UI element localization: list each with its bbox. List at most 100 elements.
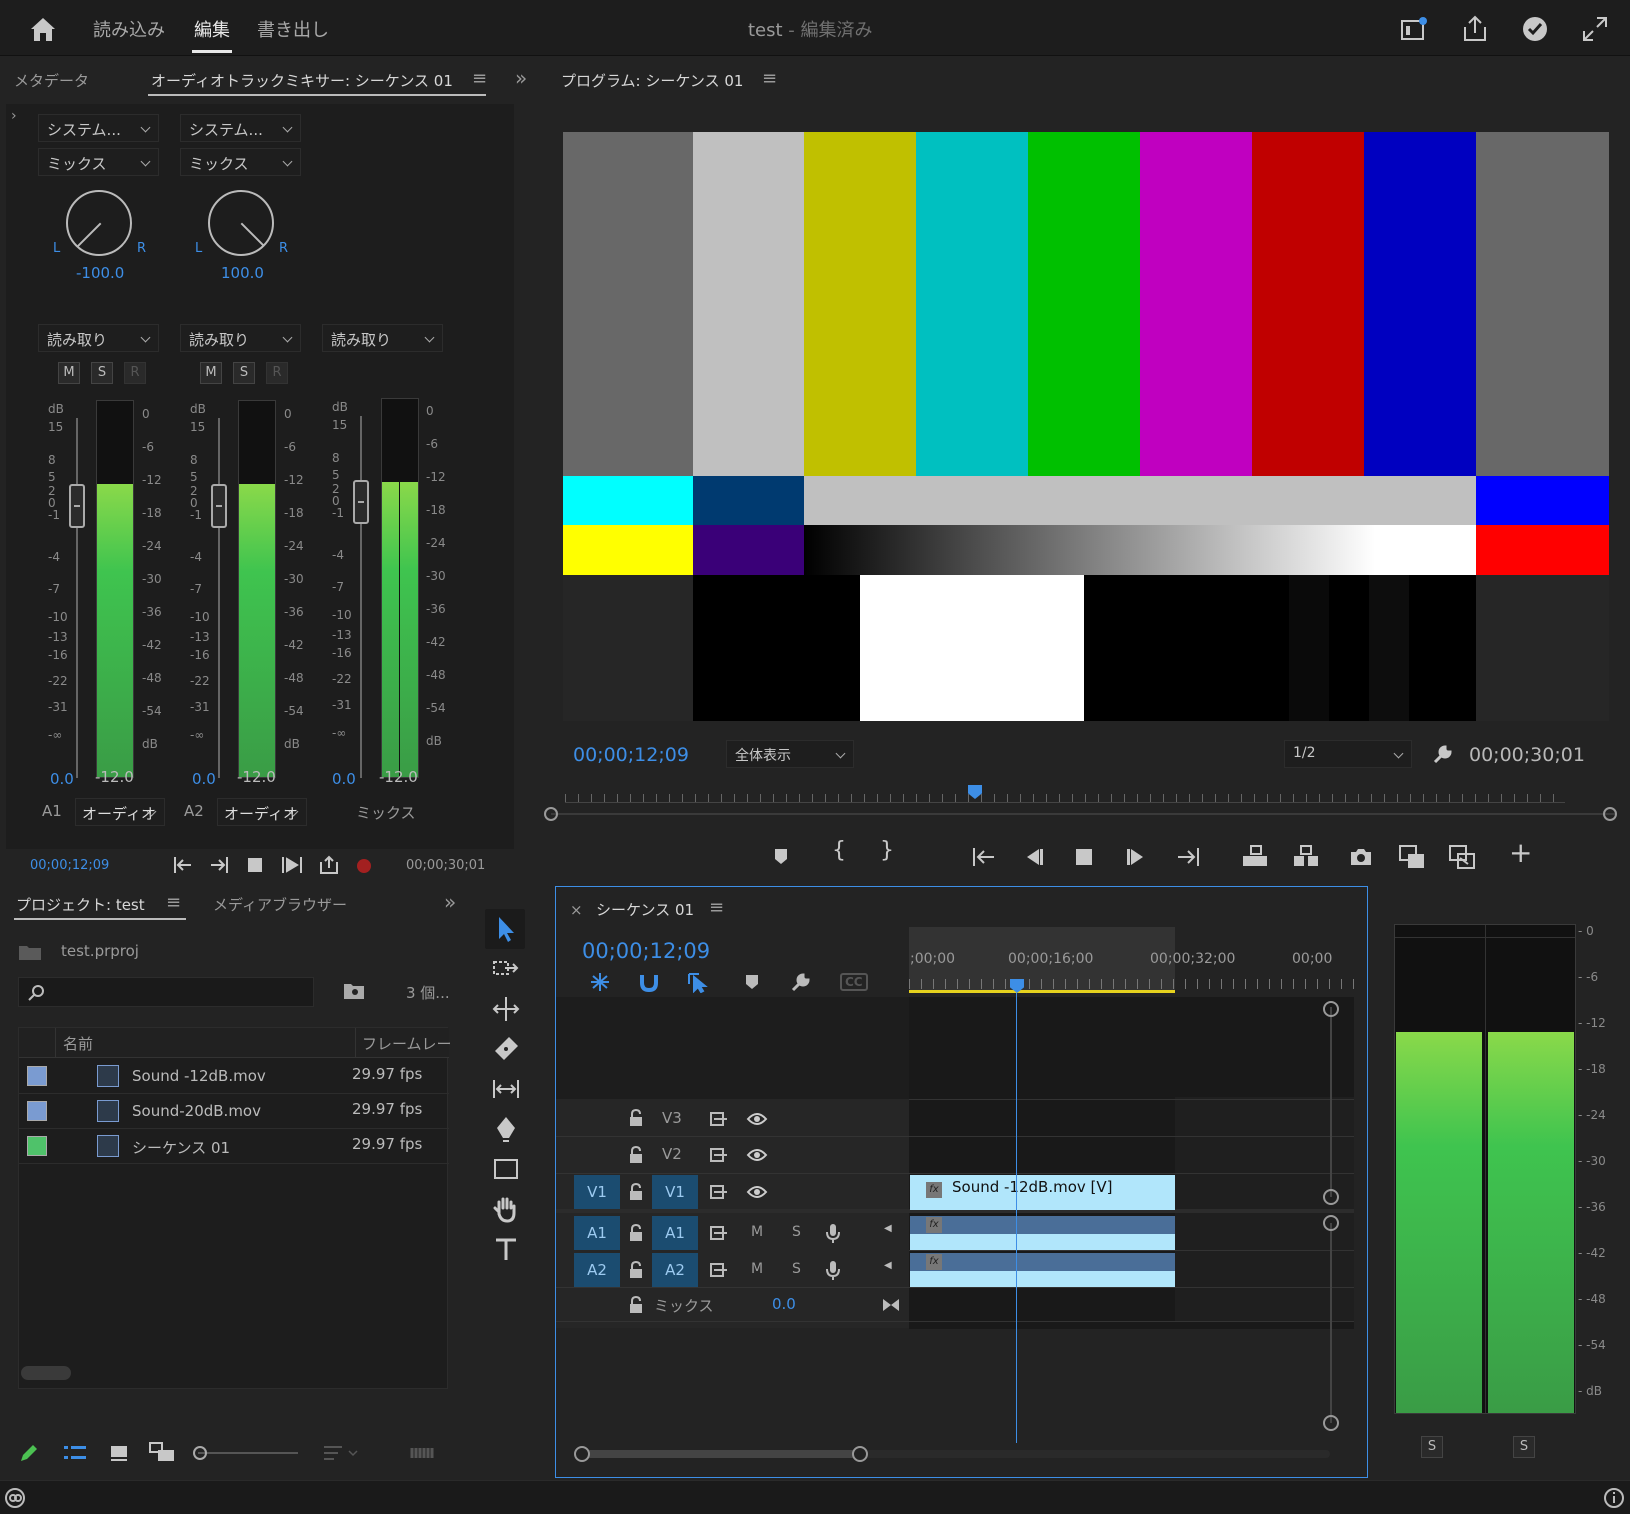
v2-eye-icon[interactable]: [746, 1147, 768, 1163]
project-menu-icon[interactable]: ≡: [166, 892, 181, 913]
stop-playback-icon[interactable]: [1074, 847, 1094, 867]
check-icon[interactable]: [1520, 14, 1550, 44]
v3-sync-lock-icon[interactable]: [709, 1111, 729, 1127]
ch1-record-button[interactable]: R: [124, 362, 146, 384]
a2-sync-lock-icon[interactable]: [709, 1262, 729, 1278]
ch1-mode-dropdown[interactable]: ミックス: [38, 148, 159, 176]
stop-icon[interactable]: [246, 856, 264, 874]
video-vertical-scrollbar[interactable]: [1330, 1007, 1332, 1197]
zoom-handle-left[interactable]: [544, 807, 558, 821]
sort-icon[interactable]: [322, 1444, 362, 1462]
mark-in-icon[interactable]: {: [832, 838, 846, 863]
snap-icon[interactable]: [638, 971, 660, 993]
comparison-view-icon[interactable]: [1398, 844, 1426, 870]
pencil-icon[interactable]: [18, 1442, 40, 1464]
go-to-in-icon[interactable]: [172, 854, 194, 876]
ch1-pan-value[interactable]: -100.0: [76, 264, 124, 282]
list-view-icon[interactable]: [62, 1442, 88, 1464]
audio-clip-a1[interactable]: fx: [910, 1216, 1175, 1250]
audio-vertical-scrollbar[interactable]: [1330, 1223, 1332, 1423]
program-menu-icon[interactable]: ≡: [762, 68, 777, 89]
zoom-slider-handle[interactable]: [193, 1446, 207, 1460]
hand-tool-icon[interactable]: [491, 1194, 521, 1224]
program-timecode[interactable]: 00;00;12;09: [573, 744, 689, 766]
menu-import[interactable]: 読み込み: [93, 16, 165, 42]
solo-right-button[interactable]: S: [1513, 1436, 1535, 1458]
v1-eye-icon[interactable]: [746, 1184, 768, 1200]
v1-sync-lock-icon[interactable]: [709, 1184, 729, 1200]
mark-out-icon[interactable]: }: [880, 838, 894, 863]
tab-sequence[interactable]: シーケンス 01: [596, 899, 694, 920]
settings-wrench-icon[interactable]: [1431, 742, 1455, 766]
timeline-timecode[interactable]: 00;00;12;09: [582, 939, 710, 963]
folder-up-icon[interactable]: [17, 942, 43, 962]
expand-effects-icon[interactable]: ›: [11, 108, 17, 124]
rectangle-tool-icon[interactable]: [491, 1154, 521, 1184]
zoom-handle-right[interactable]: [1603, 807, 1617, 821]
ch2-pan-knob[interactable]: [208, 190, 274, 256]
horizontal-scrollbar[interactable]: [21, 1366, 71, 1380]
notifications-icon[interactable]: [1399, 14, 1429, 44]
ripple-edit-tool-icon[interactable]: [491, 994, 521, 1024]
mixer-current-time[interactable]: 00;00;12;09: [30, 858, 109, 873]
tab-metadata[interactable]: メタデータ: [14, 70, 89, 91]
ch2-volume-fader[interactable]: [211, 484, 227, 528]
info-icon[interactable]: [1603, 1487, 1625, 1509]
label-color-swatch[interactable]: [27, 1101, 47, 1121]
timeline-menu-icon[interactable]: ≡: [709, 897, 724, 918]
type-tool-icon[interactable]: [491, 1234, 521, 1264]
ch1-solo-button[interactable]: S: [91, 362, 113, 384]
column-frame-rate[interactable]: フレームレー: [362, 1033, 452, 1054]
ch1-volume-value[interactable]: 0.0: [50, 770, 74, 788]
panel-menu-icon[interactable]: ≡: [472, 68, 487, 89]
freeform-view-icon[interactable]: [148, 1440, 178, 1464]
v2-lock-icon[interactable]: [628, 1146, 644, 1164]
record-icon[interactable]: [356, 858, 372, 874]
v3-lock-icon[interactable]: [628, 1109, 644, 1127]
ch2-automation-dropdown[interactable]: 読み取り: [180, 324, 301, 352]
program-monitor-title[interactable]: プログラム: シーケンス 01: [561, 70, 743, 91]
ch1-input-dropdown[interactable]: システム...: [38, 114, 159, 142]
tab-media-browser[interactable]: メディアブラウザー: [213, 894, 347, 915]
v2-sync-lock-icon[interactable]: [709, 1147, 729, 1163]
ch2-pan-value[interactable]: 100.0: [221, 264, 264, 282]
ch1-track-name[interactable]: オーディオ: [75, 798, 165, 826]
v1-track-target[interactable]: V1: [652, 1175, 698, 1209]
scroll-handle[interactable]: [1323, 1001, 1339, 1017]
ch2-input-dropdown[interactable]: システム...: [180, 114, 301, 142]
zoom-handle-right[interactable]: [852, 1446, 868, 1462]
a1-expand-icon[interactable]: ◀: [884, 1223, 892, 1234]
automate-sequence-icon[interactable]: [410, 1444, 436, 1462]
expand-panels-icon[interactable]: »: [515, 66, 527, 90]
toggle-proxies-icon[interactable]: [1448, 844, 1476, 870]
a2-source-patch[interactable]: A2: [574, 1253, 620, 1287]
ch2-mode-dropdown[interactable]: ミックス: [180, 148, 301, 176]
a1-lock-icon[interactable]: [628, 1224, 644, 1242]
tab-project[interactable]: プロジェクト: test: [16, 894, 145, 915]
scroll-handle[interactable]: [1323, 1215, 1339, 1231]
go-to-out-icon[interactable]: [208, 854, 230, 876]
home-icon[interactable]: [28, 14, 58, 44]
menu-export[interactable]: 書き出し: [257, 16, 329, 42]
a1-track-target[interactable]: A1: [652, 1216, 698, 1250]
ch1-automation-dropdown[interactable]: 読み取り: [38, 324, 159, 352]
timeline-marker-icon[interactable]: [744, 973, 760, 991]
razor-tool-icon[interactable]: [491, 1034, 521, 1064]
mix-automation-dropdown[interactable]: 読み取り: [322, 324, 443, 352]
button-editor-icon[interactable]: +: [1509, 836, 1532, 869]
video-clip[interactable]: fx Sound -12dB.mov [V]: [910, 1175, 1175, 1210]
step-forward-icon[interactable]: [1125, 846, 1147, 868]
scroll-handle[interactable]: [1323, 1189, 1339, 1205]
ch2-mute-button[interactable]: M: [200, 362, 222, 384]
lift-icon[interactable]: [1241, 844, 1269, 868]
extract-icon[interactable]: [1292, 844, 1320, 868]
zoom-slider[interactable]: [198, 1452, 298, 1454]
captions-icon[interactable]: CC: [840, 973, 868, 991]
project-expand-icon[interactable]: »: [444, 890, 456, 914]
play-in-to-out-icon[interactable]: [280, 854, 304, 876]
mix-track-volume[interactable]: 0.0: [772, 1295, 796, 1313]
mix-volume-fader[interactable]: [353, 480, 369, 524]
ch1-mute-button[interactable]: M: [58, 362, 80, 384]
linked-selection-icon[interactable]: [686, 971, 712, 993]
icon-view-icon[interactable]: [108, 1442, 130, 1464]
